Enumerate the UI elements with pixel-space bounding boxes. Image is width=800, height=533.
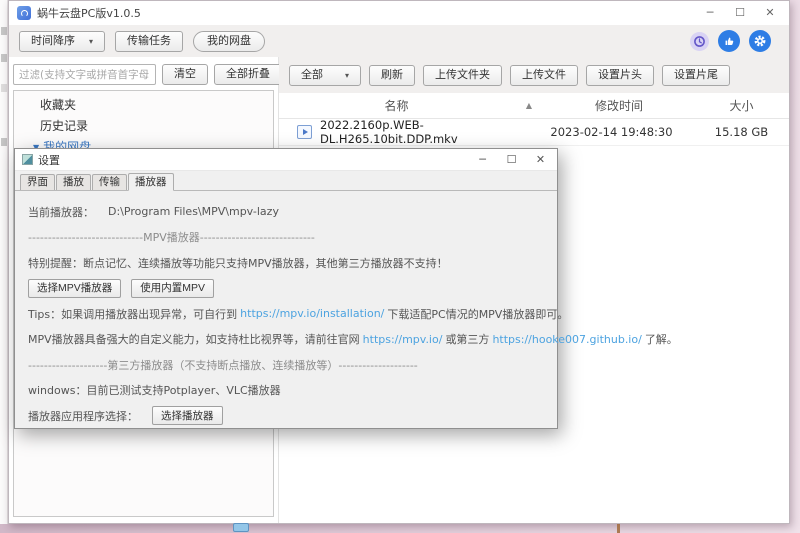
file-name: 2022.2160p.WEB-DL.H265.10bit.DDP.mkv: [320, 118, 458, 146]
settings-content: 当前播放器： D:\Program Files\MPV\mpv-lazy ---…: [15, 191, 678, 429]
file-modified: 2023-02-14 19:48:30: [550, 125, 673, 139]
background-window-sliver: [0, 0, 8, 524]
tab-playback[interactable]: 播放: [56, 174, 91, 190]
third-party-separator: --------------------第三方播放器（不支持断点播放、连续播放等…: [28, 358, 418, 372]
wallpaper-mark: [617, 524, 620, 533]
top-toolbar: 时间降序 ▾ 传输任务 我的网盘: [9, 25, 789, 57]
tips-text: Tips：如果调用播放器出现异常，可自行到: [28, 307, 238, 321]
table-row[interactable]: 2022.2160p.WEB-DL.H265.10bit.DDP.mkv 202…: [279, 118, 789, 146]
taskbar-chip: [233, 523, 249, 532]
titlebar: 蜗牛云盘PC版v1.0.5 ─ ☐ ✕: [9, 1, 789, 25]
sort-order-dropdown[interactable]: 时间降序 ▾: [19, 30, 106, 52]
chevron-down-icon: ▾: [345, 70, 350, 80]
filter-input[interactable]: [13, 64, 156, 85]
mpv-site-link[interactable]: https://mpv.io/: [363, 333, 443, 346]
mpv-info-suffix: 了解。: [644, 333, 678, 347]
hooke007-link[interactable]: https://hooke007.github.io/: [492, 333, 641, 346]
current-player-path: D:\Program Files\MPV\mpv-lazy: [108, 205, 279, 219]
file-size: 15.18 GB: [714, 125, 769, 139]
upload-folder-button[interactable]: 上传文件夹: [423, 64, 503, 86]
settings-dialog-icon: [22, 154, 33, 165]
sort-asc-icon[interactable]: ▲: [514, 101, 544, 110]
mpv-reminder-text: 特别提醒：断点记忆、连续播放等功能只支持MPV播放器，其他第三方播放器不支持！: [28, 256, 448, 270]
close-button[interactable]: ✕: [755, 2, 785, 24]
mpv-info-middle: 或第三方: [445, 333, 490, 347]
mpv-info-text: MPV播放器具备强大的自定义能力，如支持杜比视界等，请前往官网: [28, 333, 360, 347]
sidebar-item-history[interactable]: 历史记录: [14, 116, 273, 137]
dialog-titlebar: 设置 ─ ☐ ✕: [15, 149, 557, 171]
window-title: 蜗牛云盘PC版v1.0.5: [37, 7, 141, 20]
set-outro-button[interactable]: 设置片尾: [662, 64, 731, 86]
thumbs-up-icon[interactable]: [718, 30, 740, 52]
choose-mpv-player-button[interactable]: 选择MPV播放器: [28, 278, 122, 298]
refresh-button[interactable]: 刷新: [369, 64, 416, 86]
dialog-title: 设置: [38, 153, 60, 167]
sort-order-label: 时间降序: [31, 34, 75, 47]
tab-player[interactable]: 播放器: [128, 173, 174, 191]
tab-interface[interactable]: 界面: [20, 174, 55, 190]
windows-support-text: windows：目前已测试支持Potplayer、VLC播放器: [28, 384, 281, 398]
column-size[interactable]: 大小: [694, 97, 789, 114]
upload-file-button[interactable]: 上传文件: [510, 64, 579, 86]
mpv-section-separator: -----------------------------MPV播放器-----…: [28, 231, 315, 245]
mpv-installation-link[interactable]: https://mpv.io/installation/: [240, 307, 384, 320]
choose-player-button[interactable]: 选择播放器: [152, 406, 223, 426]
tab-transfer[interactable]: 传输: [92, 174, 127, 190]
player-select-label: 播放器应用程序选择：: [28, 409, 138, 423]
tips-text-suffix: 下载适配PC情况的MPV播放器即可。: [387, 307, 569, 321]
column-modified[interactable]: 修改时间: [544, 97, 694, 114]
collapse-all-button[interactable]: 全部折叠: [214, 64, 282, 85]
gear-icon[interactable]: [749, 30, 771, 52]
use-builtin-mpv-button[interactable]: 使用内置MPV: [131, 278, 215, 298]
dialog-maximize-button[interactable]: ☐: [497, 150, 526, 170]
history-icon[interactable]: [690, 31, 709, 51]
current-player-label: 当前播放器：: [28, 205, 94, 219]
file-type-label: 全部: [301, 68, 323, 81]
file-type-dropdown[interactable]: 全部 ▾: [289, 64, 362, 86]
column-name[interactable]: 名称: [279, 97, 514, 114]
maximize-button[interactable]: ☐: [725, 2, 755, 24]
file-toolbar: 全部 ▾ 刷新 上传文件夹 上传文件 设置片头 设置片尾: [279, 57, 789, 93]
dialog-minimize-button[interactable]: ─: [468, 150, 497, 170]
transfer-tasks-button[interactable]: 传输任务: [115, 30, 184, 52]
set-intro-button[interactable]: 设置片头: [586, 64, 655, 86]
my-drive-button[interactable]: 我的网盘: [193, 30, 266, 52]
app-icon: [17, 6, 31, 20]
sidebar-item-favorites[interactable]: 收藏夹: [14, 95, 273, 116]
settings-dialog: 设置 ─ ☐ ✕ 界面 播放 传输 播放器 当前播放器： D:\Program …: [14, 148, 678, 429]
clear-filter-button[interactable]: 清空: [162, 64, 208, 85]
dialog-close-button[interactable]: ✕: [526, 150, 555, 170]
table-header: 名称 ▲ 修改时间 大小: [279, 93, 789, 119]
chevron-down-icon: ▾: [89, 36, 94, 46]
settings-tabs: 界面 播放 传输 播放器: [15, 171, 557, 191]
video-file-icon: [297, 125, 312, 139]
minimize-button[interactable]: ─: [695, 2, 725, 24]
